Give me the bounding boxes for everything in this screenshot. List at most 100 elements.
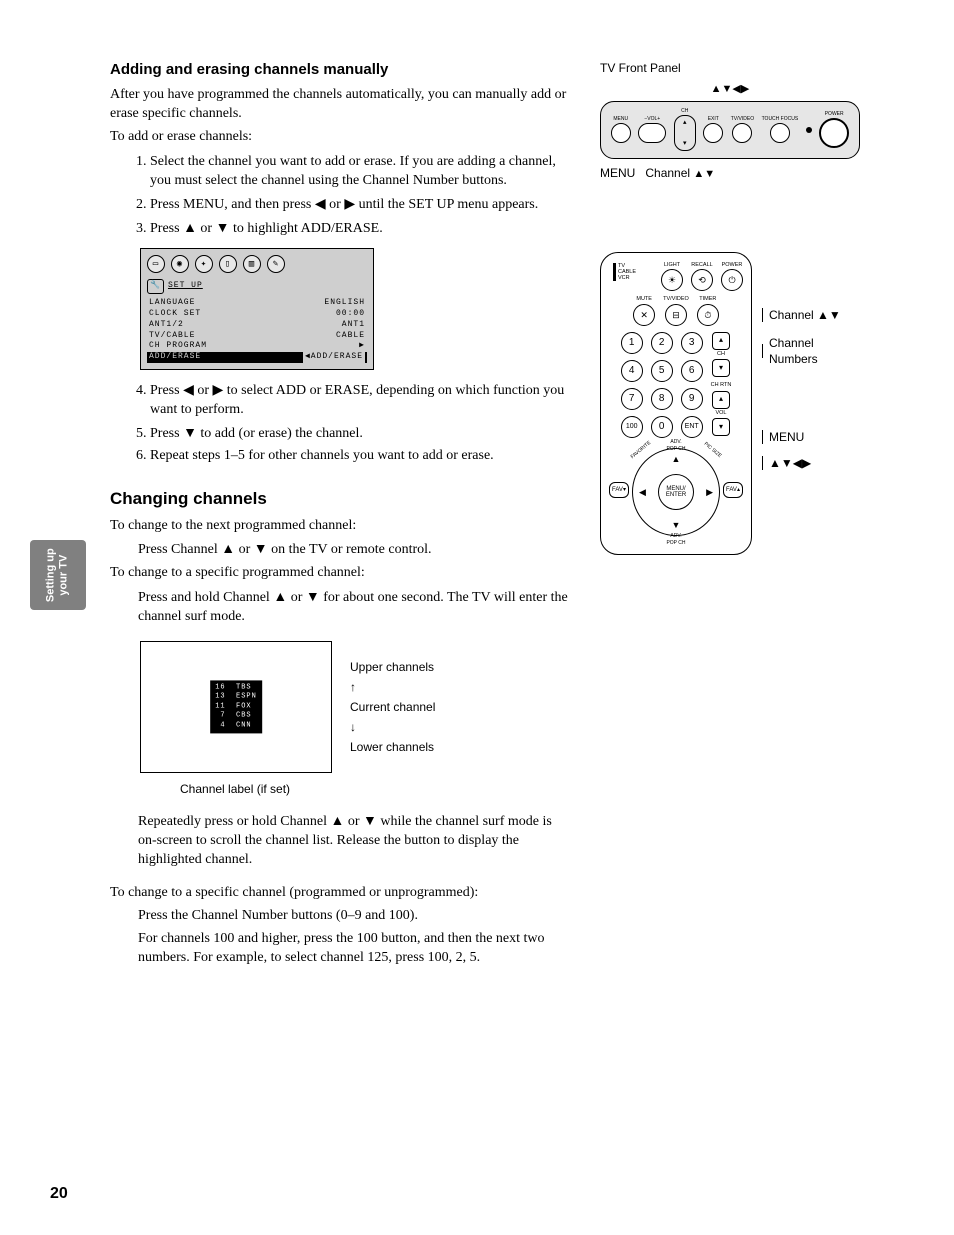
callout-channel-ud: Channel ▲▼ — [762, 308, 860, 322]
step-1: Select the channel you want to add or er… — [150, 153, 570, 191]
step-2: Press MENU, and then press ◀ or ▶ until … — [150, 194, 570, 215]
para: To change to the next programmed channel… — [110, 517, 570, 536]
para: Press Channel ▲ or ▼ on the TV or remote… — [110, 539, 570, 560]
surf-caption: Channel label (if set) — [180, 781, 570, 797]
para: Repeatedly press or hold Channel ▲ or ▼ … — [110, 811, 570, 870]
num-1-button: 1 — [621, 332, 643, 354]
led-icon — [806, 127, 812, 133]
down-arrow-icon: ▼ — [254, 540, 268, 556]
mute-button: ✕ — [633, 304, 655, 326]
para: To change to a specific programmed chann… — [110, 564, 570, 583]
front-panel-title: TV Front Panel — [600, 60, 860, 76]
step-4: Press ◀ or ▶ to select ADD or ERASE, dep… — [150, 380, 570, 420]
recall-button: ⟲ — [691, 269, 713, 291]
setup-row-highlighted: ADD/ERASE◀ADD/ERASE — [147, 352, 367, 363]
nav-left-icon: ◀ — [639, 486, 646, 498]
down-arrow-icon: ▼ — [306, 588, 320, 604]
section-tab: Setting upyour TV — [30, 540, 86, 610]
main-column: Adding and erasing channels manually Aft… — [110, 60, 570, 971]
heading-add-erase: Adding and erasing channels manually — [110, 60, 570, 80]
menu-button — [611, 123, 631, 143]
tvvideo-button: ⊟ — [665, 304, 687, 326]
right-arrow-icon: ▶ — [344, 195, 355, 211]
label-lower: Lower channels — [350, 739, 435, 755]
para: For channels 100 and higher, press the 1… — [110, 930, 570, 968]
para: Press the Channel Number buttons (0–9 an… — [110, 907, 570, 926]
vol-button — [638, 123, 666, 143]
menu-icon: ◉ — [171, 255, 189, 273]
fav-down-button: FAV▾ — [609, 482, 629, 498]
down-arrow-icon: ↓ — [350, 719, 435, 735]
nav-ring: FAVORITE PIC SIZE ADV. POP CH ▲ ▼ ◀ ▶ ME… — [632, 448, 720, 536]
page-number: 20 — [50, 1183, 68, 1205]
para: After you have programmed the channels a… — [110, 86, 570, 124]
front-panel-figure: MENU −VOL+ CH ▴▾ EXIT TV/VIDEO TOUCH FOC… — [600, 101, 860, 159]
down-arrow-icon: ▼ — [216, 219, 230, 235]
menu-icon: ✦ — [195, 255, 213, 273]
remote-callouts: Channel ▲▼ Channel Numbers MENU ▲▼◀▶ — [762, 252, 860, 555]
menu-icon: ▯ — [219, 255, 237, 273]
vol-down-button: ▾ — [712, 418, 730, 436]
up-arrow-icon: ▲ — [273, 588, 287, 604]
callout-nav-arrows: ▲▼◀▶ — [762, 456, 860, 470]
up-arrow-icon: ▲ — [221, 540, 235, 556]
nav-up-icon: ▲ — [672, 453, 681, 465]
remote-figure: TV CABLE VCR LIGHT☀ RECALL⟲ POWER⏻ MUTE✕… — [600, 252, 752, 555]
para: Press and hold Channel ▲ or ▼ for about … — [110, 587, 570, 627]
num-4-button: 4 — [621, 360, 643, 382]
num-2-button: 2 — [651, 332, 673, 354]
nav-down-icon: ▼ — [672, 519, 681, 531]
nav-arrows-icon: ▲▼◀▶ — [600, 82, 860, 97]
ch-down-button: ▾ — [712, 359, 730, 377]
num-3-button: 3 — [681, 332, 703, 354]
power-button: ⏻ — [721, 269, 743, 291]
exit-button — [703, 123, 723, 143]
num-8-button: 8 — [651, 388, 673, 410]
callout-menu: MENU — [762, 430, 860, 444]
num-9-button: 9 — [681, 388, 703, 410]
ch-up-button: ▴ — [712, 332, 730, 350]
channel-list: 16 TBS 13 ESPN 11 FOX 7 CBS 4 CNN — [210, 680, 262, 733]
label-current: Current channel — [350, 699, 435, 715]
menu-enter-button: MENU/ ENTER — [658, 474, 694, 510]
para: To add or erase channels: — [110, 128, 570, 147]
num-6-button: 6 — [681, 360, 703, 382]
down-arrow-icon: ▼ — [183, 424, 197, 440]
num-0-button: 0 — [651, 416, 673, 438]
vol-up-button: ▴ — [712, 391, 730, 409]
wrench-icon: 🔧 — [147, 279, 164, 294]
fav-up-button: FAV▴ — [723, 482, 743, 498]
power-button — [819, 118, 849, 148]
num-7-button: 7 — [621, 388, 643, 410]
ent-button: ENT — [681, 416, 703, 438]
touchfocus-button — [770, 123, 790, 143]
side-column: TV Front Panel ▲▼◀▶ MENU −VOL+ CH ▴▾ EXI… — [600, 60, 860, 971]
num-100-button: 100 — [621, 416, 643, 438]
left-arrow-icon: ◀ — [183, 381, 194, 397]
timer-button: ⏱ — [697, 304, 719, 326]
step-3: Press ▲ or ▼ to highlight ADD/ERASE. — [150, 218, 570, 239]
tvvideo-button — [732, 123, 752, 143]
setup-title: SET UP — [168, 281, 203, 292]
callout-channel-numbers: Channel Numbers — [762, 344, 860, 358]
num-5-button: 5 — [651, 360, 673, 382]
step-5: Press ▼ to add (or erase) the channel. — [150, 423, 570, 444]
light-button: ☀ — [661, 269, 683, 291]
right-arrow-icon: ▶ — [213, 381, 224, 397]
left-arrow-icon: ◀ — [315, 195, 326, 211]
setup-menu-figure: ▭ ◉ ✦ ▯ ▥ ✎ 🔧 SET UP LANGUAGEENGLISH CLO… — [140, 248, 374, 370]
up-arrow-icon: ↑ — [350, 679, 435, 695]
label-upper: Upper channels — [350, 659, 435, 675]
para: To change to a specific channel (program… — [110, 884, 570, 903]
nav-right-icon: ▶ — [706, 486, 713, 498]
device-switch: TV CABLE VCR — [613, 263, 636, 281]
up-arrow-icon: ▲ — [183, 219, 197, 235]
up-arrow-icon: ▲ — [330, 812, 344, 828]
heading-changing-channels: Changing channels — [110, 488, 570, 511]
channel-surf-figure: 16 TBS 13 ESPN 11 FOX 7 CBS 4 CNN Upper … — [140, 641, 570, 773]
step-6: Repeat steps 1–5 for other channels you … — [150, 447, 570, 466]
menu-icon: ✎ — [267, 255, 285, 273]
menu-icon: ▥ — [243, 255, 261, 273]
front-panel-caption: MENU Channel ▲▼ — [600, 165, 860, 182]
menu-icon: ▭ — [147, 255, 165, 273]
